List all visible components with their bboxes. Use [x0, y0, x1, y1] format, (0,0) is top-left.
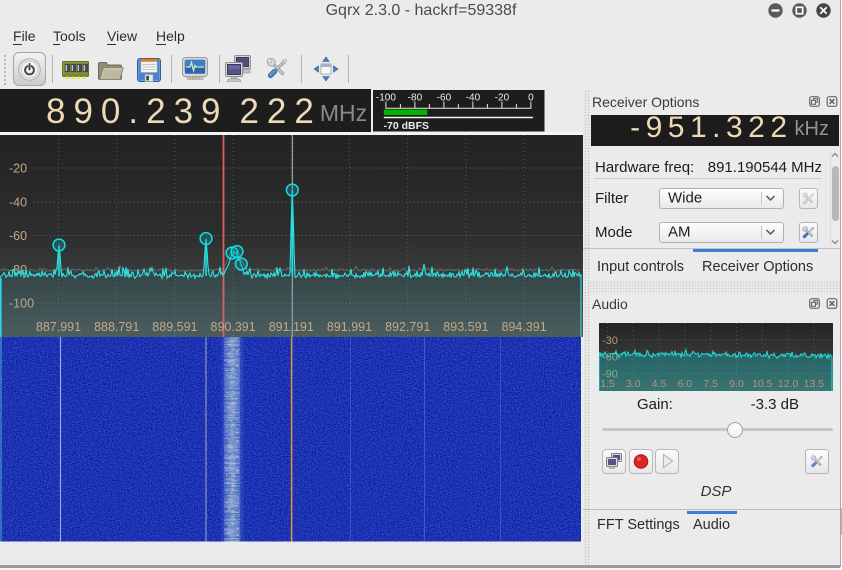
svg-text:891.191: 891.191 — [269, 320, 314, 334]
svg-text:-40: -40 — [9, 195, 27, 209]
svg-text:4.5: 4.5 — [651, 378, 666, 390]
svg-text:-70 dBFS: -70 dBFS — [384, 120, 430, 132]
svg-text:891.991: 891.991 — [327, 320, 372, 334]
svg-text:894.391: 894.391 — [502, 320, 547, 334]
svg-text:12.0: 12.0 — [777, 378, 798, 390]
svg-text:10.5: 10.5 — [752, 378, 773, 390]
svg-text:7.5: 7.5 — [703, 378, 718, 390]
svg-text:-60: -60 — [9, 229, 27, 243]
svg-text:889.591: 889.591 — [152, 320, 197, 334]
svg-text:-20: -20 — [9, 161, 27, 175]
svg-text:-30: -30 — [602, 335, 618, 347]
svg-text:6.0: 6.0 — [677, 378, 692, 390]
svg-text:887.991: 887.991 — [36, 320, 81, 334]
svg-text:892.791: 892.791 — [385, 320, 430, 334]
svg-text:893.591: 893.591 — [443, 320, 488, 334]
svg-text:13.5: 13.5 — [803, 378, 824, 390]
svg-text:1.5: 1.5 — [600, 378, 615, 390]
svg-text:3.0: 3.0 — [625, 378, 640, 390]
svg-text:890.391: 890.391 — [211, 320, 256, 334]
svg-text:888.791: 888.791 — [94, 320, 139, 334]
svg-text:9.0: 9.0 — [729, 378, 744, 390]
